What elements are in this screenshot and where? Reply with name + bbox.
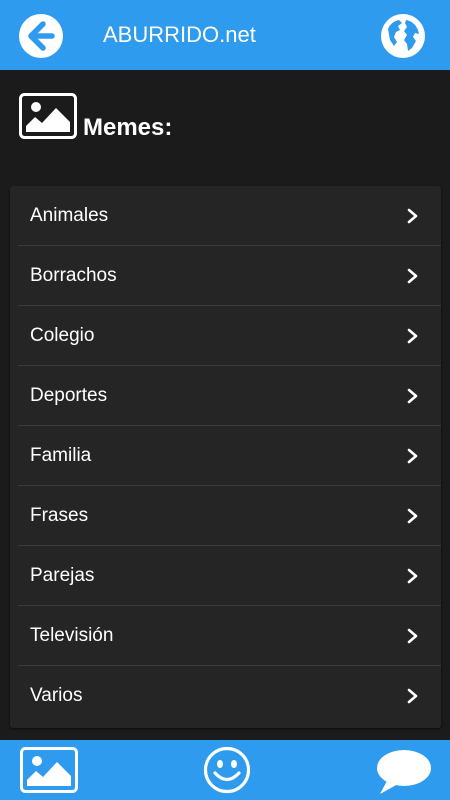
top-app-bar: ABURRIDO.net xyxy=(0,0,450,70)
bottom-nav-bar xyxy=(0,740,450,800)
list-item-label: Borrachos xyxy=(30,265,117,286)
chevron-right-icon xyxy=(407,448,418,464)
smiley-icon[interactable] xyxy=(203,746,251,794)
list-item-television[interactable]: Televisión xyxy=(10,606,441,666)
list-item-label: Colegio xyxy=(30,325,95,346)
globe-icon[interactable] xyxy=(380,13,426,59)
list-item-parejas[interactable]: Parejas xyxy=(10,546,441,606)
list-item-colegio[interactable]: Colegio xyxy=(10,306,441,366)
chevron-right-icon xyxy=(407,508,418,524)
image-icon[interactable] xyxy=(20,747,78,793)
chat-bubble-icon[interactable] xyxy=(376,749,432,795)
chevron-right-icon xyxy=(407,628,418,644)
back-arrow-icon[interactable] xyxy=(18,13,64,59)
image-icon xyxy=(19,93,77,139)
chevron-right-icon xyxy=(407,568,418,584)
list-item-familia[interactable]: Familia xyxy=(10,426,441,486)
list-item-deportes[interactable]: Deportes xyxy=(10,366,441,426)
list-item-label: Animales xyxy=(30,205,109,226)
app-title: ABURRIDO.net xyxy=(103,22,256,47)
list-item-label: Varios xyxy=(30,685,83,706)
list-item-label: Familia xyxy=(30,445,92,466)
chevron-right-icon xyxy=(407,208,418,224)
list-item-label: Frases xyxy=(30,505,89,526)
list-item-frases[interactable]: Frases xyxy=(10,486,441,546)
list-item-borrachos[interactable]: Borrachos xyxy=(10,246,441,306)
list-item-varios[interactable]: Varios xyxy=(10,666,441,726)
chevron-right-icon xyxy=(407,688,418,704)
chevron-right-icon xyxy=(407,268,418,284)
list-item-label: Parejas xyxy=(30,565,95,586)
section-title: Memes: xyxy=(83,114,173,141)
chevron-right-icon xyxy=(407,328,418,344)
list-item-label: Deportes xyxy=(30,385,108,406)
category-list: Animales Borrachos Colegio Deportes Fami… xyxy=(10,186,441,728)
chevron-right-icon xyxy=(407,388,418,404)
list-item-label: Televisión xyxy=(30,625,114,646)
list-item-animales[interactable]: Animales xyxy=(10,186,441,246)
